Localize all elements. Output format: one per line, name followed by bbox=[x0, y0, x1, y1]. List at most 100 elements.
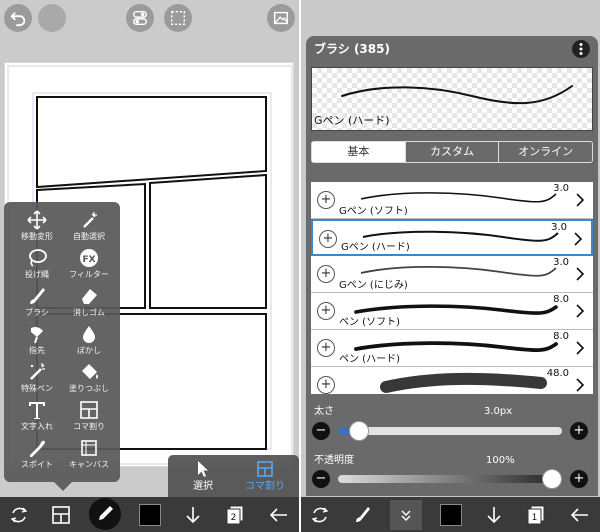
brush-tool-button[interactable] bbox=[347, 500, 377, 530]
panel-divide-icon bbox=[257, 461, 273, 477]
special-pen-icon bbox=[30, 363, 45, 380]
collapse-panel-button[interactable] bbox=[390, 500, 422, 530]
transform-button[interactable] bbox=[305, 500, 335, 530]
brush-icon bbox=[356, 507, 370, 522]
download-button[interactable] bbox=[178, 500, 208, 530]
canvas-icon bbox=[81, 440, 97, 456]
panel-divide-mode-label: コマ割り bbox=[245, 481, 285, 492]
tool-eyedropper[interactable]: スポイト bbox=[10, 436, 64, 474]
brush-item[interactable]: + 8.0 ペン (ソフト) bbox=[311, 293, 593, 330]
color-button[interactable] bbox=[135, 500, 165, 530]
add-brush-button[interactable]: + bbox=[317, 376, 335, 394]
more-menu-button[interactable] bbox=[572, 40, 590, 58]
panel-layout-button[interactable] bbox=[46, 500, 76, 530]
opacity-increase-button[interactable]: + bbox=[570, 470, 588, 488]
brush-name: Gペン (ハード) bbox=[341, 242, 410, 253]
select-mode-button[interactable]: 選択 bbox=[172, 457, 234, 497]
tool-blur[interactable]: ぼかし bbox=[62, 322, 116, 360]
download-button[interactable] bbox=[479, 500, 509, 530]
transform-button[interactable] bbox=[4, 500, 34, 530]
tool-canvas[interactable]: キャンバス bbox=[62, 436, 116, 474]
opacity-slider-track[interactable] bbox=[338, 469, 562, 489]
brush-item[interactable]: + 3.0 Gペン (にじみ) bbox=[311, 256, 593, 293]
selection-button[interactable] bbox=[164, 4, 192, 32]
tool-lasso[interactable]: 投げ縄 bbox=[10, 246, 64, 284]
tool-auto-select[interactable]: 自動選択 bbox=[62, 208, 116, 246]
move-icon bbox=[27, 210, 47, 230]
add-brush-button[interactable]: + bbox=[317, 339, 335, 357]
layers-button[interactable]: 2 bbox=[220, 500, 250, 530]
opacity-decrease-button[interactable]: − bbox=[312, 470, 330, 488]
brush-panel: ブラシ (385) Gペン (ハード) 基本 カスタム オンライン + 3.0 … bbox=[306, 36, 598, 496]
back-button[interactable] bbox=[565, 500, 595, 530]
image-icon bbox=[273, 11, 289, 25]
tab-online[interactable]: オンライン bbox=[499, 142, 592, 162]
bottom-toolbar: 2 bbox=[0, 497, 299, 532]
tool-label: 塗りつぶし bbox=[68, 384, 110, 393]
panel-divide-icon bbox=[80, 401, 98, 419]
tool-filter[interactable]: FX フィルター bbox=[62, 246, 116, 284]
popup-pointer bbox=[54, 482, 72, 491]
tool-brush[interactable]: ブラシ bbox=[10, 284, 64, 322]
tool-label: ぼかし bbox=[77, 346, 101, 355]
tool-special-pen[interactable]: 特殊ペン bbox=[10, 360, 64, 398]
svg-text:FX: FX bbox=[82, 255, 95, 265]
back-button[interactable] bbox=[264, 500, 294, 530]
bottom-toolbar: 1 bbox=[301, 497, 600, 532]
cursor-arrow-icon bbox=[198, 461, 208, 477]
layers-icon: 1 bbox=[527, 505, 545, 525]
size-slider-label: 太さ bbox=[314, 406, 334, 417]
redo-button[interactable] bbox=[38, 4, 66, 32]
brush-item[interactable]: + 48.0 bbox=[311, 367, 593, 394]
size-increase-button[interactable]: + bbox=[570, 422, 588, 440]
tool-eraser[interactable]: 消しゴム bbox=[62, 284, 116, 322]
brush-size: 3.0 bbox=[553, 257, 569, 268]
tool-move-transform[interactable]: 移動変形 bbox=[10, 208, 64, 246]
smudge-icon bbox=[31, 327, 43, 344]
chevron-right-icon bbox=[576, 267, 585, 281]
preview-stroke bbox=[341, 85, 573, 105]
tab-basic[interactable]: 基本 bbox=[312, 142, 406, 162]
tab-custom[interactable]: カスタム bbox=[406, 142, 500, 162]
chevron-right-icon bbox=[576, 304, 585, 318]
opacity-slider-knob[interactable] bbox=[542, 469, 562, 489]
layer-count: 2 bbox=[231, 513, 237, 523]
brush-size: 8.0 bbox=[553, 294, 569, 305]
tool-label: スポイト bbox=[21, 460, 53, 469]
chevron-right-icon bbox=[576, 341, 585, 355]
add-brush-button[interactable]: + bbox=[317, 265, 335, 283]
tool-smudge[interactable]: 指先 bbox=[10, 322, 64, 360]
panel-title: ブラシ (385) bbox=[314, 42, 390, 56]
material-button[interactable] bbox=[267, 4, 295, 32]
undo-button[interactable] bbox=[4, 4, 32, 32]
panel-tool-popup: 選択 コマ割り bbox=[168, 455, 299, 497]
brush-item[interactable]: + 3.0 Gペン (ソフト) bbox=[311, 182, 593, 219]
size-decrease-button[interactable]: − bbox=[312, 422, 330, 440]
tool-label: キャンバス bbox=[69, 460, 109, 469]
panel-divide-icon bbox=[52, 506, 70, 524]
add-brush-button[interactable]: + bbox=[317, 302, 335, 320]
brush-tool-button[interactable] bbox=[89, 498, 121, 530]
eraser-icon bbox=[82, 289, 97, 304]
select-mode-label: 選択 bbox=[193, 481, 213, 492]
color-button[interactable] bbox=[436, 500, 466, 530]
size-slider-knob[interactable] bbox=[349, 421, 370, 441]
arrow-left-icon bbox=[269, 508, 287, 522]
tool-label: 移動変形 bbox=[21, 232, 53, 241]
tool-fill[interactable]: 塗りつぶし bbox=[62, 360, 116, 398]
chevron-right-icon bbox=[576, 378, 585, 392]
brush-item[interactable]: + 8.0 ペン (ハード) bbox=[311, 330, 593, 367]
tool-text[interactable]: 文字入れ bbox=[10, 398, 64, 436]
brush-stroke-sample bbox=[380, 372, 547, 393]
brush-screen: ブラシ (385) Gペン (ハード) 基本 カスタム オンライン + 3.0 … bbox=[301, 0, 600, 532]
size-slider-track[interactable] bbox=[338, 421, 562, 441]
layers-button[interactable]: 1 bbox=[521, 500, 551, 530]
tool-label: 自動選択 bbox=[73, 232, 105, 241]
tool-label: 消しゴム bbox=[73, 308, 105, 317]
toggle-settings-button[interactable] bbox=[126, 4, 154, 32]
add-brush-button[interactable]: + bbox=[317, 191, 335, 209]
add-brush-button[interactable]: + bbox=[319, 230, 337, 248]
panel-divide-mode-button[interactable]: コマ割り bbox=[234, 457, 296, 497]
tool-panel-divide[interactable]: コマ割り bbox=[62, 398, 116, 436]
brush-item[interactable]: + 3.0 Gペン (ハード) bbox=[311, 219, 593, 256]
